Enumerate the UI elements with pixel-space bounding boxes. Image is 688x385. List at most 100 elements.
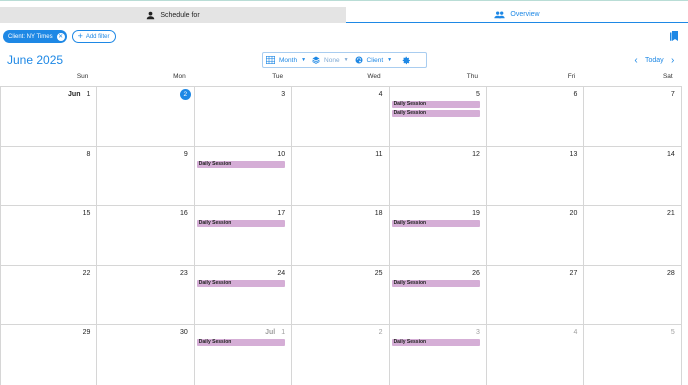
day-cell[interactable]: 20	[487, 206, 585, 266]
day-cell[interactable]: Jul 1 Daily Session	[195, 325, 293, 385]
event-daily-session[interactable]: Daily Session	[196, 279, 286, 287]
prev-month-icon[interactable]: ‹	[631, 55, 641, 66]
day-number: 6	[573, 91, 577, 98]
tab-schedule-for[interactable]: Schedule for	[0, 7, 346, 23]
day-number: 12	[472, 151, 480, 158]
event-daily-session[interactable]: Daily Session	[391, 101, 480, 108]
plus-icon: +	[77, 31, 83, 41]
day-number-text: 10	[277, 150, 286, 158]
color-by-selector[interactable]: Client ▼	[352, 53, 396, 67]
day-cell[interactable]: 3 Daily Session	[390, 325, 487, 385]
day-cell[interactable]: 18	[292, 206, 390, 266]
day-number-text: 14	[666, 150, 675, 158]
day-number: 26	[472, 270, 480, 277]
tab-overview[interactable]: Overview	[346, 7, 688, 23]
day-cell[interactable]: 25	[292, 265, 390, 326]
view-selector[interactable]: Month ▼	[263, 53, 309, 67]
day-cell[interactable]: 19 Daily Session	[390, 206, 487, 266]
day-cell[interactable]: 24 Daily Session	[195, 265, 293, 326]
settings-button[interactable]	[397, 53, 415, 67]
day-cell[interactable]: 8	[0, 146, 98, 207]
group-icon	[494, 11, 506, 18]
day-cell[interactable]: 28	[584, 265, 682, 326]
day-cell[interactable]: 17 Daily Session	[195, 206, 293, 266]
day-number-text: 16	[179, 210, 188, 217]
day-cell[interactable]: 14	[584, 146, 682, 207]
add-filter-button[interactable]: + Add filter	[71, 30, 116, 43]
event-daily-session[interactable]: Daily Session	[196, 160, 286, 168]
calendar-nav: ‹ Today ›	[631, 53, 678, 67]
weekday-label: Mon	[173, 73, 186, 80]
client-filter-label: Client: NY Times	[8, 33, 53, 40]
day-number: 3	[476, 329, 480, 336]
day-number: 24	[277, 270, 285, 277]
layer-selector[interactable]: None ▼	[309, 53, 352, 67]
day-cell[interactable]: 23	[97, 265, 195, 326]
today-button[interactable]: Today	[645, 57, 664, 64]
chevron-down-icon: ▼	[301, 57, 307, 63]
event-daily-session[interactable]: Daily Session	[391, 279, 480, 287]
day-cell[interactable]: 2	[97, 87, 195, 147]
day-cell[interactable]: 10 Daily Session	[195, 146, 293, 207]
day-cell[interactable]: Jun 1	[0, 87, 98, 147]
day-cell[interactable]: 12	[390, 146, 487, 207]
day-number-text: 4	[378, 91, 383, 98]
day-number-text: 21	[666, 210, 675, 217]
chevron-down-icon: ▼	[343, 57, 349, 63]
tab-overview-label: Overview	[510, 11, 540, 18]
day-number: 30	[180, 329, 188, 336]
day-cell[interactable]: 7	[584, 87, 682, 147]
day-number: 15	[83, 210, 91, 217]
day-cell[interactable]: 29	[0, 325, 98, 385]
day-number: 19	[472, 210, 480, 217]
layer-label: None	[324, 56, 340, 64]
day-number: 5	[671, 329, 675, 336]
day-cell[interactable]: 22	[0, 265, 98, 326]
month-start-label: Jul	[265, 329, 276, 336]
day-cell[interactable]: 13	[487, 146, 585, 207]
day-number: 7	[671, 91, 675, 98]
day-cell[interactable]: 30	[97, 325, 195, 385]
day-number-text: 3	[476, 329, 480, 336]
day-cell[interactable]: 5 Daily Session Daily Session	[390, 87, 487, 147]
day-cell[interactable]: 27	[487, 265, 585, 326]
event-daily-session[interactable]: Daily Session	[391, 109, 480, 117]
day-cell[interactable]: 15	[0, 206, 98, 266]
remove-filter-icon[interactable]: ✕	[56, 32, 65, 41]
day-number: 27	[570, 270, 578, 277]
day-cell[interactable]: 4	[292, 87, 390, 147]
day-number-text: 25	[374, 269, 383, 277]
day-cell[interactable]: 16	[97, 206, 195, 266]
day-cell[interactable]: 9	[97, 146, 195, 207]
day-number: 8	[86, 151, 90, 158]
event-daily-session[interactable]: Daily Session	[391, 220, 480, 227]
day-cell[interactable]: 6	[487, 87, 585, 147]
weekday-label: Fri	[567, 73, 576, 80]
event-daily-session[interactable]: Daily Session	[196, 220, 286, 227]
day-number-text: 6	[573, 91, 578, 98]
day-number: 5	[476, 91, 480, 98]
day-number-text: 3	[281, 91, 286, 98]
day-cell[interactable]: 2	[292, 325, 390, 385]
event-daily-session[interactable]: Daily Session	[391, 339, 480, 346]
event-daily-session[interactable]: Daily Session	[196, 339, 286, 346]
week-row: Jun 1 2 3 4 5 Daily Session Daily Session 6 7	[0, 86, 682, 147]
day-cell[interactable]: 4	[487, 325, 585, 385]
weekday-label: Sat	[662, 73, 673, 80]
day-cell[interactable]: 21	[584, 206, 682, 266]
day-number-text: 5	[670, 329, 675, 336]
day-number-text: 1	[281, 329, 286, 336]
person-icon	[147, 11, 155, 19]
today-date-badge: 2	[179, 89, 191, 100]
day-cell[interactable]: 26 Daily Session	[390, 265, 487, 326]
day-cell[interactable]: 11	[292, 146, 390, 207]
day-cell[interactable]: 5	[584, 325, 682, 385]
next-month-icon[interactable]: ›	[668, 55, 678, 66]
day-number-text: 2	[183, 91, 188, 98]
day-number-text: 23	[179, 269, 188, 277]
day-number-text: 22	[82, 269, 91, 277]
day-cell[interactable]: 3	[195, 87, 293, 147]
client-filter-chip[interactable]: Client: NY Times ✕	[3, 30, 67, 43]
bookmarks-icon[interactable]	[669, 30, 679, 42]
week-row: 22 23 24 Daily Session 25 26 Daily Session 27 28	[0, 264, 682, 326]
